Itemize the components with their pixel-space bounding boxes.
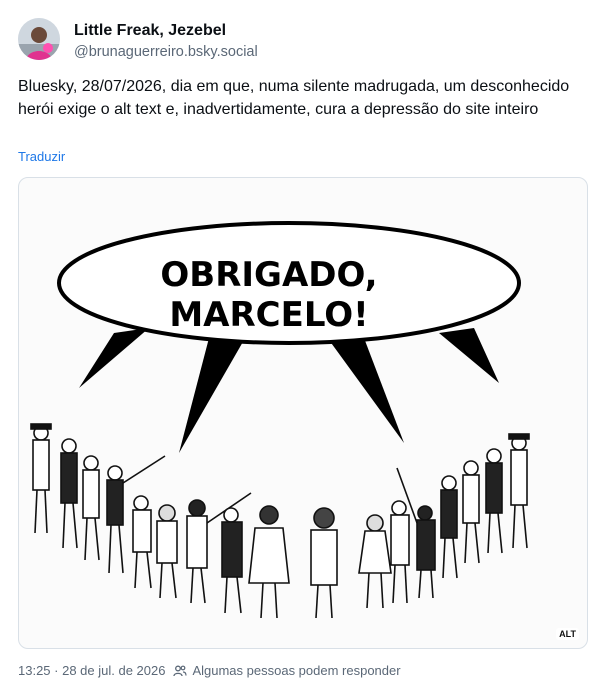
people-icon — [173, 665, 188, 676]
speech-line-1: OBRIGADO, — [160, 255, 377, 295]
reply-setting-label: Algumas pessoas podem responder — [192, 663, 401, 678]
post-meta: 13:25 · 28 de jul. de 2026 Algumas pesso… — [18, 663, 401, 678]
author-display-name[interactable]: Little Freak, Jezebel — [74, 22, 226, 40]
post-text: Bluesky, 28/07/2026, dia em que, numa si… — [18, 78, 570, 118]
speech-line-2: MARCELO! — [169, 295, 368, 335]
reply-setting[interactable]: Algumas pessoas podem responder — [173, 663, 401, 678]
author-handle[interactable]: @brunaguerreiro.bsky.social — [74, 44, 258, 60]
profile-photo-icon — [18, 18, 60, 60]
post-card: Little Freak, Jezebel @brunaguerreiro.bs… — [0, 0, 605, 695]
speech-bubble-spikes — [79, 328, 499, 453]
avatar[interactable] — [18, 18, 60, 60]
crowd-illustration: OBRIGADO, MARCELO! — [30, 221, 530, 619]
crowd — [30, 423, 530, 619]
post-timestamp[interactable]: 13:25 · 28 de jul. de 2026 — [18, 663, 165, 678]
alt-badge[interactable]: ALT — [556, 628, 579, 640]
post-image[interactable]: OBRIGADO, MARCELO! ALT — [18, 177, 588, 649]
translate-link[interactable]: Traduzir — [18, 149, 65, 164]
